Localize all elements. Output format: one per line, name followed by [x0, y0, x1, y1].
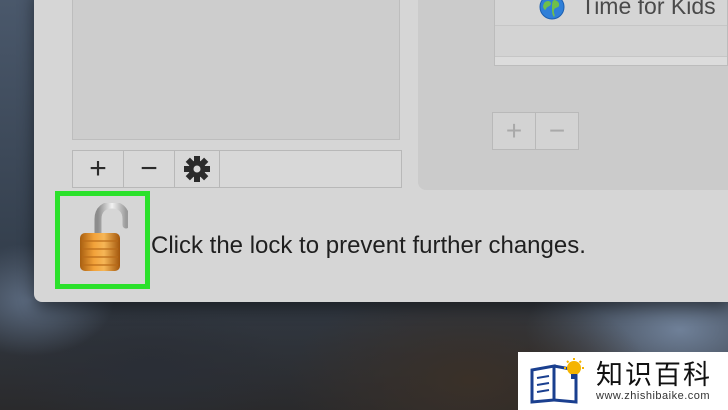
- gear-icon: [184, 156, 210, 182]
- website-label: Time for Kids: [581, 0, 716, 19]
- gear-button[interactable]: [175, 151, 220, 187]
- remove-website-button[interactable]: −: [536, 113, 578, 149]
- website-row[interactable]: Time for Kids: [495, 0, 727, 26]
- watermark-url: www.zhishibaike.com: [596, 390, 711, 402]
- book-bulb-logo-icon: [530, 358, 584, 404]
- add-website-button[interactable]: +: [493, 113, 536, 149]
- website-row-empty: [495, 26, 727, 57]
- user-list[interactable]: [72, 0, 400, 140]
- globe-icon: [539, 0, 565, 19]
- user-list-toolbar: + −: [72, 150, 402, 188]
- allowed-websites-list[interactable]: Time for Kids: [494, 0, 728, 66]
- watermark: 知识百科 www.zhishibaike.com: [518, 352, 728, 410]
- lock-message: Click the lock to prevent further change…: [151, 232, 586, 259]
- websites-panel: Time for Kids + −: [418, 0, 728, 190]
- remove-user-button[interactable]: −: [124, 151, 175, 187]
- watermark-title: 知识百科: [596, 360, 712, 390]
- unlocked-padlock-icon[interactable]: [76, 203, 128, 275]
- add-user-button[interactable]: +: [73, 151, 124, 187]
- website-controls: + −: [492, 112, 579, 150]
